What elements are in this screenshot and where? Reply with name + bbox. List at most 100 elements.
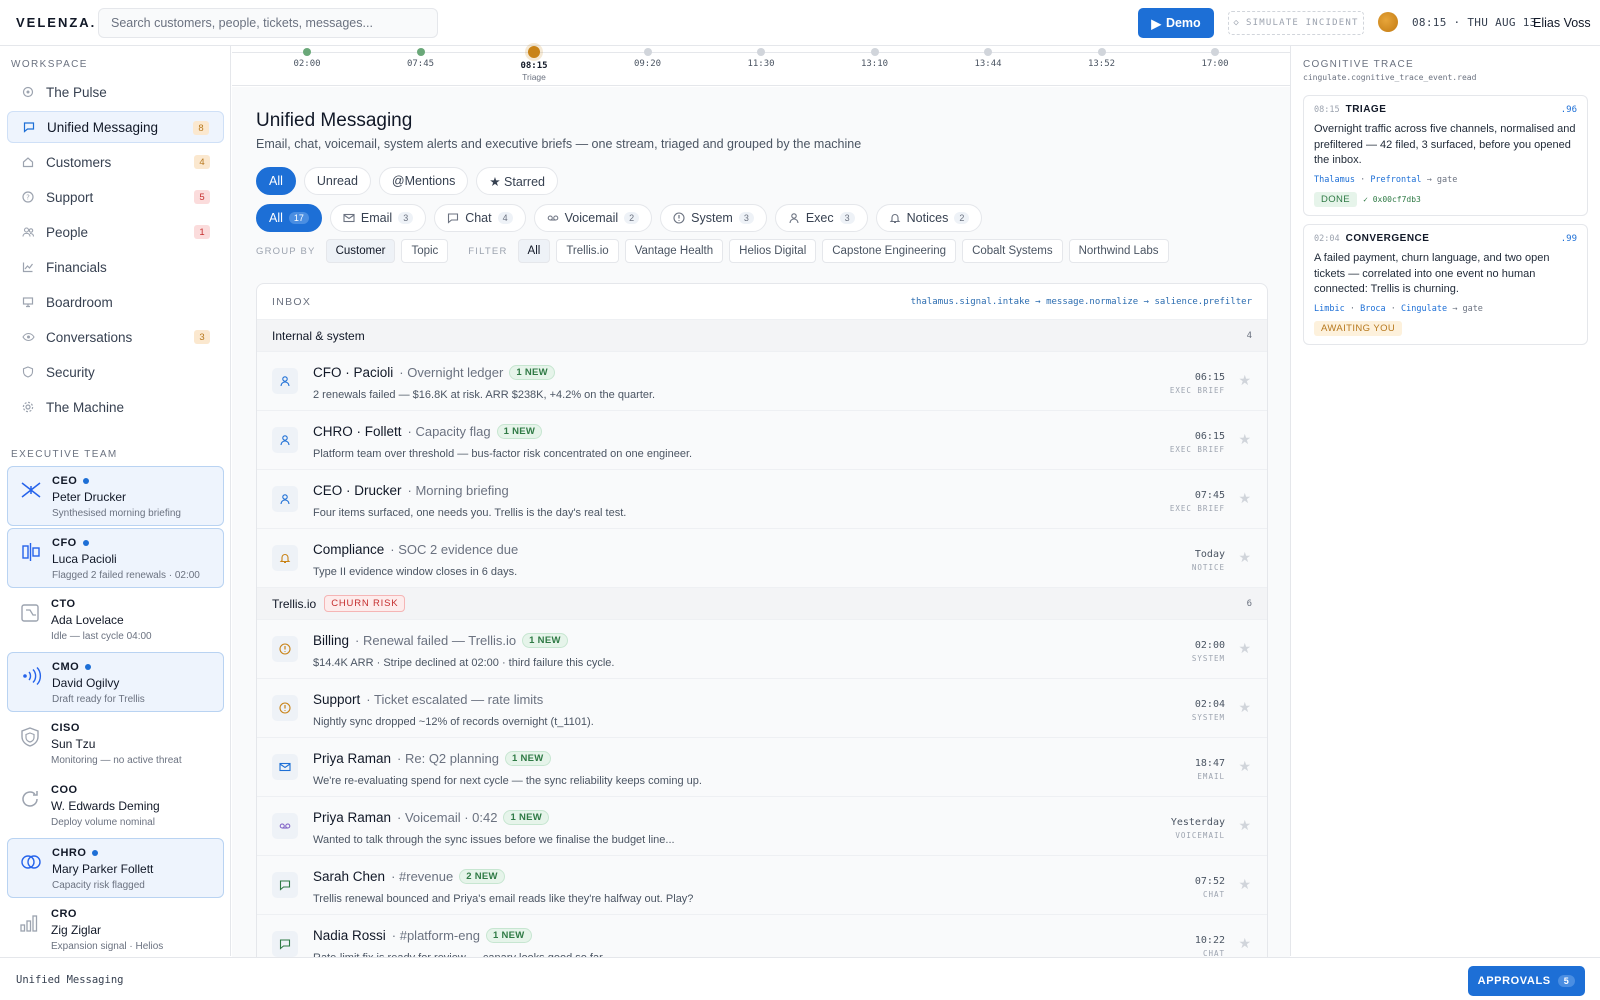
timeline-point[interactable]: 11:30 — [731, 46, 791, 69]
message-row[interactable]: Support · Ticket escalated — rate limits N… — [257, 679, 1267, 738]
trace-chain-node[interactable]: Limbic — [1314, 304, 1345, 314]
exec-card-cmo[interactable]: CMO David Ogilvy Draft ready for Trellis — [7, 652, 224, 712]
message-row[interactable]: Compliance · SOC 2 evidence due Type II ev… — [257, 529, 1267, 588]
sidebar-item-people[interactable]: People 1 — [7, 216, 224, 248]
channel-filter-exec[interactable]: Exec 3 — [774, 204, 868, 232]
filter-chip-northwind[interactable]: Northwind Labs — [1068, 239, 1169, 263]
timeline-point[interactable]: 09:20 — [618, 46, 678, 69]
bell-icon — [889, 212, 901, 224]
filter-chip-trellis[interactable]: Trellis.io — [556, 239, 619, 263]
group-by-label: GROUP BY — [256, 245, 316, 257]
timeline-point[interactable]: 07:45 — [391, 46, 451, 69]
executive-team-heading: EXECUTIVE TEAM — [11, 449, 118, 460]
brand-logo[interactable]: VELENZA. — [16, 15, 96, 30]
star-icon[interactable]: ★ — [1238, 699, 1251, 716]
star-icon[interactable]: ★ — [1238, 640, 1251, 657]
exec-card-cro[interactable]: CRO Zig Ziglar Expansion signal · Helios — [7, 900, 224, 956]
view-filter-all[interactable]: All — [256, 167, 296, 195]
compass-icon — [20, 479, 42, 501]
simulate-incident-button[interactable]: ◇ SIMULATE INCIDENT — [1228, 11, 1364, 35]
message-row[interactable]: Nadia Rossi· #platform-eng1 NEWRate-limi… — [257, 915, 1267, 957]
exec-status: Synthesised morning briefing — [52, 508, 181, 519]
star-icon[interactable]: ★ — [1238, 876, 1251, 893]
star-icon[interactable]: ★ — [1238, 490, 1251, 507]
timeline-point[interactable]: 17:00 — [1185, 46, 1245, 69]
filter-chip-helios[interactable]: Helios Digital — [729, 239, 817, 263]
trace-chain-node[interactable]: Cingulate — [1401, 304, 1447, 314]
timeline-point[interactable]: 08:15 Triage — [504, 46, 564, 82]
star-icon[interactable]: ★ — [1238, 431, 1251, 448]
message-kind: VOICEMAIL — [1175, 831, 1225, 840]
timeline-point[interactable]: 13:52 — [1072, 46, 1132, 69]
trace-chain-node[interactable]: Thalamus — [1314, 175, 1355, 185]
message-row[interactable]: CHRO · Follett · Capacity flag 1 NEW Platfo… — [257, 411, 1267, 470]
shield-icon — [21, 365, 35, 379]
demo-button[interactable]: ▶ Demo — [1138, 8, 1214, 38]
search-input[interactable] — [98, 8, 438, 38]
channel-filter-email[interactable]: Email 3 — [329, 204, 427, 232]
filter-chip-cobalt[interactable]: Cobalt Systems — [962, 239, 1063, 263]
view-filter-mentions[interactable]: @Mentions — [378, 167, 469, 195]
exec-card-cto[interactable]: CTO Ada Lovelace Idle — last cycle 04:00 — [7, 590, 224, 650]
star-icon[interactable]: ★ — [1238, 549, 1251, 566]
exec-status: Capacity risk flagged — [52, 880, 145, 891]
timeline-point[interactable]: 13:44 — [958, 46, 1018, 69]
sidebar-item-customers[interactable]: Customers 4 — [7, 146, 224, 178]
channel-count: 2 — [624, 212, 640, 224]
sidebar-item-support[interactable]: ? Support 5 — [7, 181, 224, 213]
chat-icon — [447, 212, 459, 224]
message-row[interactable]: Billing · Renewal failed — Trellis.io 1 NE… — [257, 620, 1267, 679]
message-row[interactable]: Priya Raman · Re: Q2 planning 1 NEW We're r… — [257, 738, 1267, 797]
channel-filter-voicemail[interactable]: Voicemail 2 — [533, 204, 653, 232]
star-icon[interactable]: ★ — [1238, 817, 1251, 834]
sidebar-item-pulse[interactable]: The Pulse — [7, 76, 224, 108]
trace-chain-node[interactable]: Prefrontal — [1370, 175, 1421, 185]
channel-filter-notices[interactable]: Notices 2 — [875, 204, 983, 232]
sidebar-item-conversations[interactable]: Conversations 3 — [7, 321, 224, 353]
exec-card-ceo[interactable]: CEO Peter Drucker Synthesised morning br… — [7, 466, 224, 526]
message-subject: · Re: Q2 planning — [397, 751, 499, 766]
star-icon[interactable]: ★ — [1238, 372, 1251, 389]
group-by-topic[interactable]: Topic — [401, 239, 449, 263]
user-menu[interactable]: Elias Voss — [1533, 16, 1591, 30]
message-time: 10:22 — [1194, 935, 1225, 946]
inbox-group-header[interactable]: Trellis.io CHURN RISK 6 — [257, 588, 1267, 620]
message-row[interactable]: CFO · Pacioli · Overnight ledger 1 NEW 2 re… — [257, 352, 1267, 411]
view-filter-starred[interactable]: ★ Starred — [476, 167, 558, 195]
exec-card-ciso[interactable]: CISO Sun Tzu Monitoring — no active thre… — [7, 714, 224, 774]
trace-card-triage[interactable]: 08:15 TRIAGE .96 Overnight traffic acros… — [1303, 95, 1588, 216]
channel-filter-system[interactable]: System 3 — [660, 204, 767, 232]
message-row[interactable]: Sarah Chen · #revenue 2 NEW Trellis renewal… — [257, 856, 1267, 915]
filter-chip-all[interactable]: All — [517, 239, 551, 263]
timeline-dot — [643, 48, 652, 56]
timeline-point[interactable]: 13:10 — [845, 46, 905, 69]
view-filter-unread[interactable]: Unread — [303, 167, 371, 195]
message-row[interactable]: Priya Raman · Voicemail · 0:42 1 NEW Wanted… — [257, 797, 1267, 856]
exec-card-cfo[interactable]: CFO Luca Pacioli Flagged 2 failed renewa… — [7, 528, 224, 588]
sidebar-item-boardroom[interactable]: Boardroom — [7, 286, 224, 318]
trace-card-convergence[interactable]: 02:04 CONVERGENCE .99 A failed payment, … — [1303, 224, 1588, 345]
top-bar: VELENZA. ▶ Demo ◇ SIMULATE INCIDENT 08:1… — [0, 0, 1600, 46]
filter-chip-capstone[interactable]: Capstone Engineering — [822, 239, 957, 263]
filter-chip-vantage[interactable]: Vantage Health — [624, 239, 724, 263]
star-icon[interactable]: ★ — [1238, 935, 1251, 952]
sidebar-item-unified-messaging[interactable]: Unified Messaging 8 — [7, 111, 224, 143]
trace-chain-node[interactable]: Broca — [1360, 304, 1386, 314]
star-icon[interactable]: ★ — [1238, 758, 1251, 775]
message-subject: · Morning briefing — [407, 483, 509, 498]
exec-card-coo[interactable]: COO W. Edwards Deming Deploy volume nomi… — [7, 776, 224, 836]
new-badge: 2 NEW — [459, 869, 505, 884]
exec-name: W. Edwards Deming — [51, 799, 160, 813]
monitor-icon — [21, 295, 35, 309]
channel-filter-all[interactable]: All 17 — [256, 204, 322, 232]
exec-card-chro[interactable]: CHRO Mary Parker Follett Capacity risk f… — [7, 838, 224, 898]
sidebar-item-financials[interactable]: Financials — [7, 251, 224, 283]
sidebar-item-machine[interactable]: The Machine — [7, 391, 224, 423]
approvals-button[interactable]: APPROVALS 5 — [1468, 966, 1585, 996]
inbox-group-header[interactable]: Internal & system 4 — [257, 320, 1267, 352]
message-row[interactable]: CEO · Drucker · Morning briefing Four item… — [257, 470, 1267, 529]
sidebar-item-security[interactable]: Security — [7, 356, 224, 388]
channel-filter-chat[interactable]: Chat 4 — [434, 204, 526, 232]
group-by-customer[interactable]: Customer — [325, 239, 396, 263]
timeline-point[interactable]: 02:00 — [277, 46, 337, 69]
